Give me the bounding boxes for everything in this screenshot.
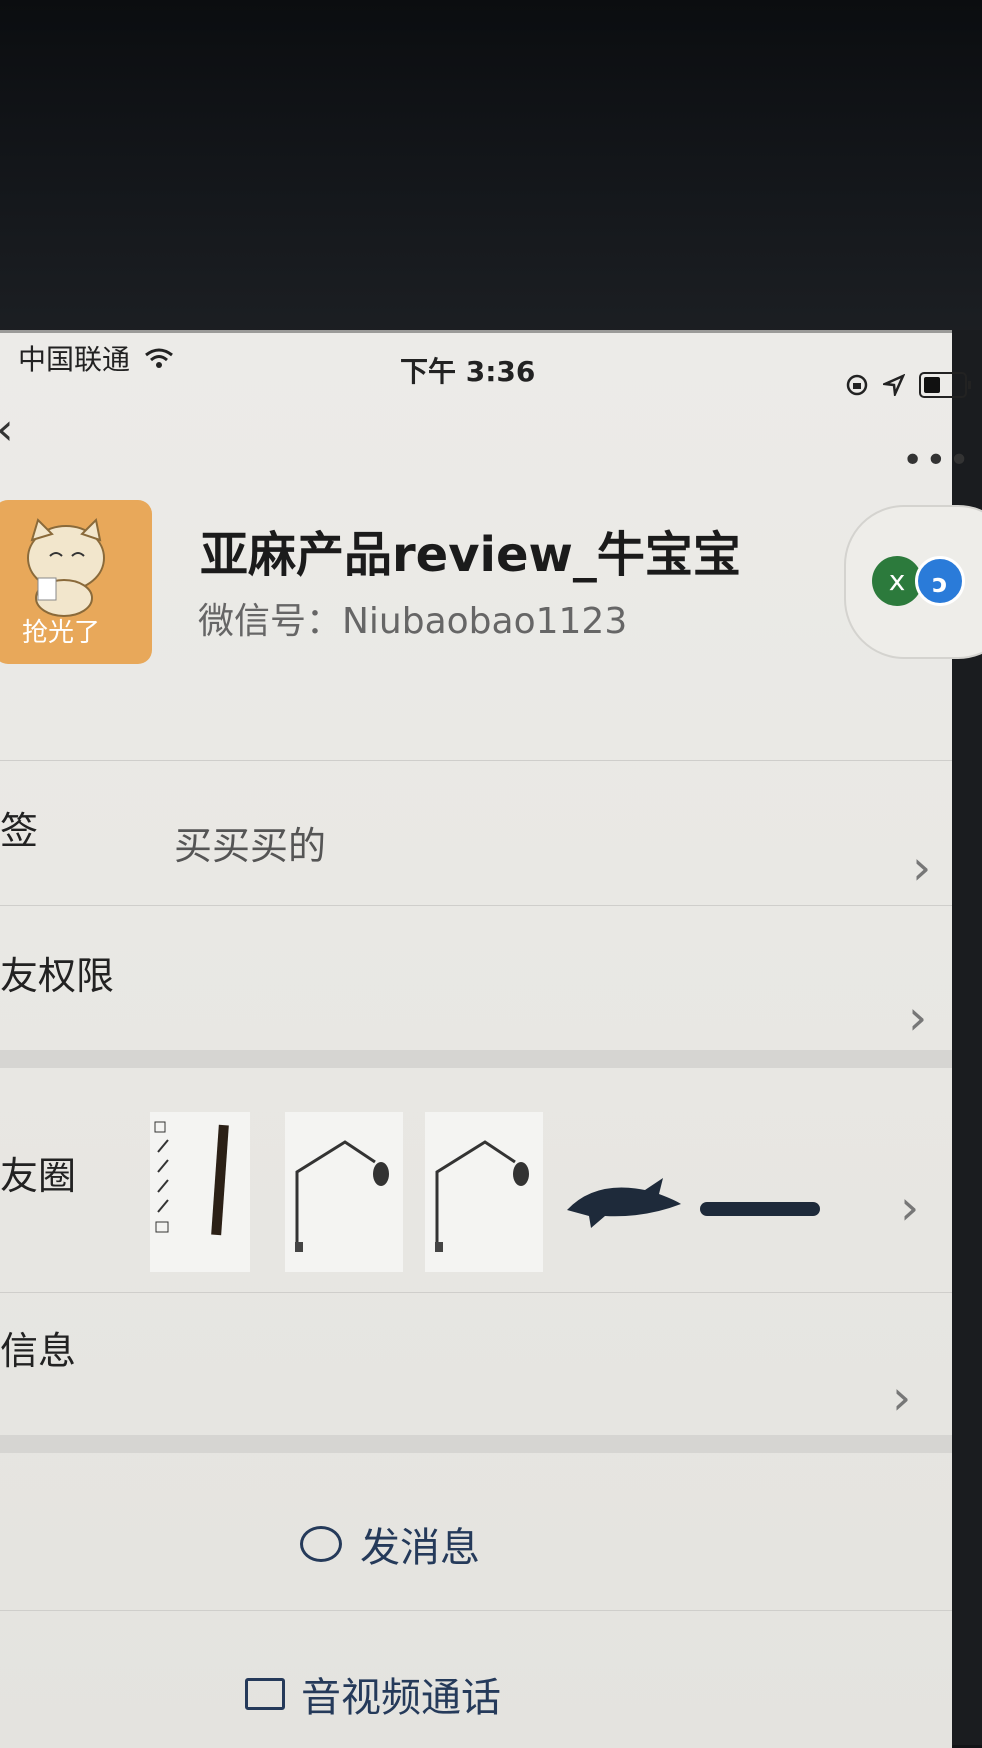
divider: [0, 760, 952, 761]
moments-thumbnail[interactable]: [425, 1112, 543, 1272]
divider: [0, 905, 952, 906]
wechat-id: 微信号：Niubaobao1123: [198, 601, 628, 642]
row-label-permissions: 友权限: [0, 954, 115, 998]
row-label-tags: 签: [0, 809, 39, 853]
brand-badge-icon: ↄ: [915, 556, 965, 606]
divider: [0, 1610, 952, 1611]
section-gap: [0, 1050, 952, 1068]
contact-name: 亚麻产品review_牛宝宝: [200, 527, 741, 583]
pen-image: [154, 1121, 169, 1233]
more-dots-icon[interactable]: •••: [902, 440, 972, 481]
moments-thumbnail[interactable]: [285, 1112, 403, 1272]
status-bar-left: 中国联通: [18, 338, 174, 378]
location-arrow-icon: [883, 374, 905, 396]
chevron-right-icon[interactable]: ›: [900, 1180, 919, 1236]
back-chevron-icon[interactable]: ‹: [0, 404, 14, 455]
send-message-button[interactable]: 发消息: [300, 1515, 480, 1573]
divider: [0, 1292, 952, 1293]
mic-arm-image: [435, 1140, 529, 1252]
send-message-label: 发消息: [360, 1525, 480, 1571]
chat-bubble-icon: [300, 1526, 342, 1562]
avatar-caption: 抢光了: [22, 618, 101, 648]
background-dark: [0, 0, 982, 340]
row-label-more-info: 信息: [0, 1329, 77, 1373]
wifi-icon: [145, 348, 173, 368]
row-label-moments: 友圈: [0, 1154, 77, 1198]
row-value-tags: 买买买的: [174, 824, 327, 868]
moments-thumbnail-bar[interactable]: [700, 1202, 820, 1216]
video-call-button[interactable]: 音视频通话: [245, 1665, 501, 1723]
mic-arm-image: [295, 1140, 389, 1252]
video-call-label: 音视频通话: [301, 1675, 501, 1721]
status-time: 下午 3:36: [400, 355, 536, 388]
battery-icon: [919, 372, 971, 398]
section-gap: [0, 1435, 952, 1453]
status-bar-right: [845, 372, 971, 398]
chevron-right-icon[interactable]: ›: [908, 990, 927, 1046]
rotation-lock-icon: [846, 374, 868, 396]
carrier-label: 中国联通: [18, 343, 131, 376]
chevron-right-icon[interactable]: ›: [912, 840, 931, 896]
video-camera-icon: [245, 1678, 285, 1710]
moments-thumbnail-shark[interactable]: [565, 1170, 683, 1230]
moments-thumbnail[interactable]: [150, 1112, 250, 1272]
chevron-right-icon[interactable]: ›: [892, 1370, 911, 1426]
